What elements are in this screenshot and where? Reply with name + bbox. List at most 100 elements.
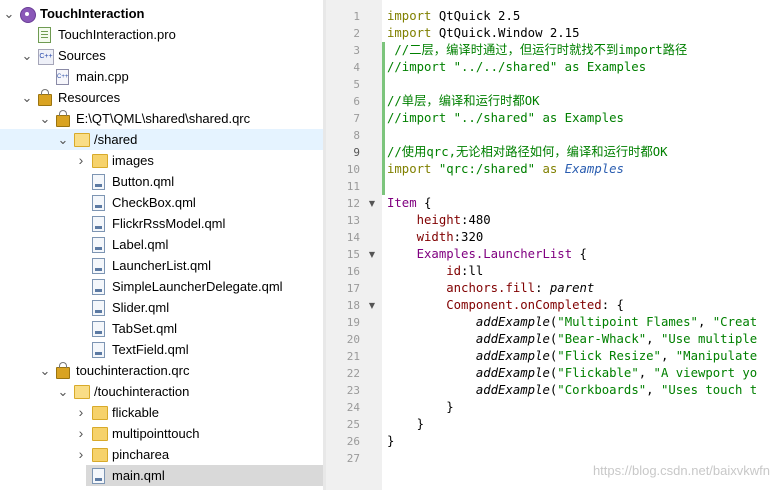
code-token: , (646, 383, 661, 397)
qml-file-icon (92, 195, 105, 211)
qml-file-icon (92, 300, 105, 316)
tree-item-label: pincharea (112, 447, 170, 462)
tree-item[interactable]: CheckBox.qml (0, 192, 323, 213)
code-line[interactable]: //单层，编译和运行时都OK (387, 93, 540, 110)
tree-item[interactable]: ⌄ touchinteraction.qrc (0, 360, 323, 381)
code-line[interactable]: Examples.LauncherList { (387, 246, 587, 263)
tree-item-label: TouchInteraction (40, 6, 145, 21)
tree-item[interactable]: ⌄ TouchInteraction (0, 3, 323, 24)
code-line[interactable]: } (387, 399, 453, 416)
sources-folder-icon: C++ (38, 49, 54, 65)
line-number: 19 (346, 316, 360, 329)
qml-file-icon (92, 174, 105, 190)
chevron-down-icon[interactable]: ⌄ (3, 3, 15, 24)
code-token: //单层，编译和运行时都OK (387, 94, 540, 108)
code-line[interactable]: width:320 (387, 229, 484, 246)
code-line[interactable]: } (387, 416, 424, 433)
chevron-right-icon[interactable]: › (75, 423, 87, 444)
code-token: : (535, 281, 550, 295)
tree-item[interactable]: › pincharea (0, 444, 323, 465)
code-token: addExample (475, 332, 550, 346)
chevron-down-icon[interactable]: ⌄ (39, 108, 51, 129)
code-token: addExample (475, 383, 550, 397)
tree-item[interactable]: Slider.qml (0, 297, 323, 318)
tree-item[interactable]: Label.qml (0, 234, 323, 255)
change-marker-bar (382, 42, 385, 195)
watermark: https://blog.csdn.net/baixvkwfn (592, 463, 770, 478)
code-token: :ll (461, 264, 484, 278)
tree-item-label: Button.qml (112, 174, 175, 189)
code-token: QtQuick 2.5 (438, 9, 521, 23)
line-number: 16 (346, 265, 360, 278)
tree-item[interactable]: ⌄ C++ Sources (0, 45, 323, 66)
tree-item[interactable]: ⌄ /shared (0, 129, 323, 150)
code-line[interactable]: //import "../../shared" as Examples (387, 59, 646, 76)
code-token: parent (549, 281, 595, 295)
tree-item[interactable]: C++ main.cpp (0, 66, 323, 87)
code-token: addExample (475, 349, 550, 363)
tree-item[interactable]: › multipointtouch (0, 423, 323, 444)
tree-item-label: Resources (58, 90, 121, 105)
chevron-right-icon[interactable]: › (75, 444, 87, 465)
chevron-down-icon[interactable]: ⌄ (21, 87, 33, 108)
tree-item-label: E:\QT\QML\shared\shared.qrc (76, 111, 251, 126)
qml-file-icon (92, 258, 105, 274)
code-line[interactable]: //import "../shared" as Examples (387, 110, 624, 127)
project-tree[interactable]: ⌄ TouchInteraction TouchInteraction.pro ⌄ C+… (0, 0, 323, 490)
code-token: "A viewport yo (653, 366, 758, 380)
code-line[interactable]: Item { (387, 195, 431, 212)
chevron-down-icon[interactable]: ⌄ (57, 129, 69, 150)
tree-item[interactable]: SimpleLauncherDelegate.qml (0, 276, 323, 297)
code-line[interactable]: } (387, 433, 394, 450)
code-line[interactable]: //二层，编译时通过，但运行时就找不到import路径 (387, 42, 687, 59)
code-line[interactable]: addExample("Flickable", "A viewport yo (387, 365, 757, 382)
tree-item[interactable]: LauncherList.qml (0, 255, 323, 276)
code-line[interactable]: Component.onCompleted: { (387, 297, 624, 314)
tree-item[interactable]: TabSet.qml (0, 318, 323, 339)
line-number: 6 (353, 95, 360, 108)
chevron-right-icon[interactable]: › (75, 150, 87, 171)
code-line[interactable]: addExample("Multipoint Flames", "Creat (387, 314, 757, 331)
tree-item[interactable]: TextField.qml (0, 339, 323, 360)
line-number: 20 (346, 333, 360, 346)
line-number: 22 (346, 367, 360, 380)
fold-marker-icon[interactable]: ▼ (367, 246, 377, 263)
code-line[interactable]: height:480 (387, 212, 491, 229)
chevron-down-icon[interactable]: ⌄ (21, 45, 33, 66)
chevron-right-icon[interactable]: › (75, 402, 87, 423)
tree-item[interactable]: ⌄ Resources (0, 87, 323, 108)
tree-item[interactable]: Button.qml (0, 171, 323, 192)
folder-icon (92, 448, 108, 462)
tree-item-label: FlickrRssModel.qml (112, 216, 226, 231)
code-line[interactable]: import "qrc:/shared" as Examples (387, 161, 624, 178)
line-number: 12 (346, 197, 360, 210)
fold-marker-icon[interactable]: ▼ (367, 297, 377, 314)
code-line[interactable]: import QtQuick.Window 2.15 (387, 25, 580, 42)
code-line[interactable]: id:ll (387, 263, 483, 280)
code-editor[interactable]: 1 2 3 4 5 6 7 8 9 10 11 12 ▼ 13 14 15 ▼ 16 17 18 ▼ 19 20 21 22 23… (326, 0, 782, 490)
tree-item[interactable]: › flickable (0, 402, 323, 423)
tree-item[interactable]: FlickrRssModel.qml (0, 213, 323, 234)
code-line[interactable]: //使用qrc,无论相对路径如何，编译和运行时都OK (387, 144, 668, 161)
tree-item[interactable]: ⌄ /touchinteraction (0, 381, 323, 402)
code-line[interactable]: addExample("Corkboards", "Uses touch t (387, 382, 757, 399)
code-token: "Use multiple (660, 332, 758, 346)
tree-item[interactable]: TouchInteraction.pro (0, 24, 323, 45)
chevron-down-icon[interactable]: ⌄ (57, 381, 69, 402)
code-token: Item (387, 196, 417, 210)
code-line[interactable]: import QtQuick 2.5 (387, 8, 520, 25)
code-line[interactable]: addExample("Bear-Whack", "Use multiple (387, 331, 757, 348)
chevron-down-icon[interactable]: ⌄ (39, 360, 51, 381)
code-token: height (416, 213, 462, 227)
line-number: 26 (346, 435, 360, 448)
code-token: //使用qrc,无论相对路径如何，编译和运行时都OK (387, 145, 668, 159)
tree-item[interactable]: › images (0, 150, 323, 171)
code-line[interactable]: anchors.fill: parent (387, 280, 594, 297)
tree-item[interactable]: ⌄ E:\QT\QML\shared\shared.qrc (0, 108, 323, 129)
tree-item[interactable]: main.qml (86, 465, 323, 486)
code-token: addExample (475, 315, 550, 329)
code-line[interactable]: addExample("Flick Resize", "Manipulate (387, 348, 757, 365)
fold-marker-icon[interactable]: ▼ (367, 195, 377, 212)
